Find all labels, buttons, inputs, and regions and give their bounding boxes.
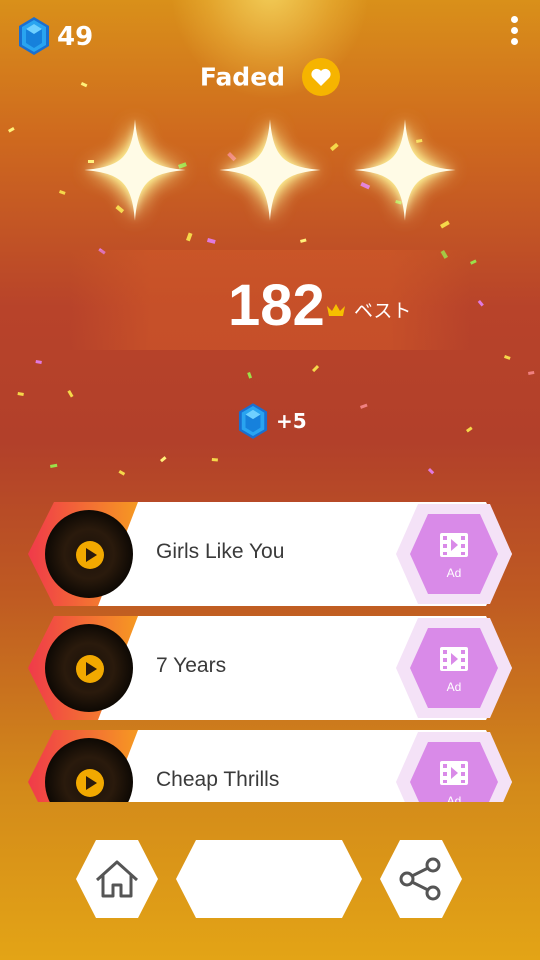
video-ad-icon [440, 647, 468, 671]
bottom-nav [0, 840, 540, 924]
star-icon [215, 115, 325, 225]
play-icon[interactable] [76, 541, 104, 569]
watch-ad-button[interactable] [396, 732, 512, 802]
ad-label: Ad [446, 566, 462, 580]
gem-icon [238, 403, 268, 439]
gem-reward-amount: +5 [276, 409, 307, 433]
play-icon[interactable] [76, 769, 104, 797]
home-button[interactable] [76, 840, 158, 918]
best-label: ベスト [354, 300, 412, 322]
play-icon[interactable] [76, 655, 104, 683]
song-row[interactable]: Cheap Thrills Ad [28, 730, 512, 802]
star-icon [350, 115, 460, 225]
crown-icon [327, 303, 345, 316]
watch-ad-button[interactable] [396, 618, 512, 718]
song-title: Faded [199, 62, 286, 92]
song-name: Girls Like You [156, 540, 285, 563]
best-badge: ベスト [326, 296, 411, 323]
more-vert-icon[interactable] [504, 16, 524, 48]
heart-icon [311, 68, 331, 86]
song-row[interactable]: Girls Like You Ad [28, 502, 512, 606]
song-row[interactable]: 7 Years Ad [28, 616, 512, 720]
song-name: 7 Years [156, 654, 227, 677]
gem-icon [19, 17, 49, 55]
gem-count: 49 [57, 22, 94, 52]
song-title-row: Faded [0, 58, 540, 96]
continue-button[interactable] [176, 840, 362, 918]
ad-label: Ad [446, 680, 462, 694]
video-ad-icon [440, 761, 468, 785]
ad-label: Ad [446, 794, 462, 802]
song-name: Cheap Thrills [156, 768, 280, 791]
score: 182 [228, 273, 325, 338]
favorite-button[interactable] [302, 58, 341, 96]
star-icon [80, 115, 190, 225]
song-list: Girls Like You Ad 7 Years Ad Cheap Thril… [0, 500, 540, 802]
gem-reward: +5 [238, 402, 307, 440]
watch-ad-button[interactable] [396, 504, 512, 604]
share-button[interactable] [380, 840, 462, 918]
star-rating [80, 115, 460, 230]
video-ad-icon [440, 533, 468, 557]
